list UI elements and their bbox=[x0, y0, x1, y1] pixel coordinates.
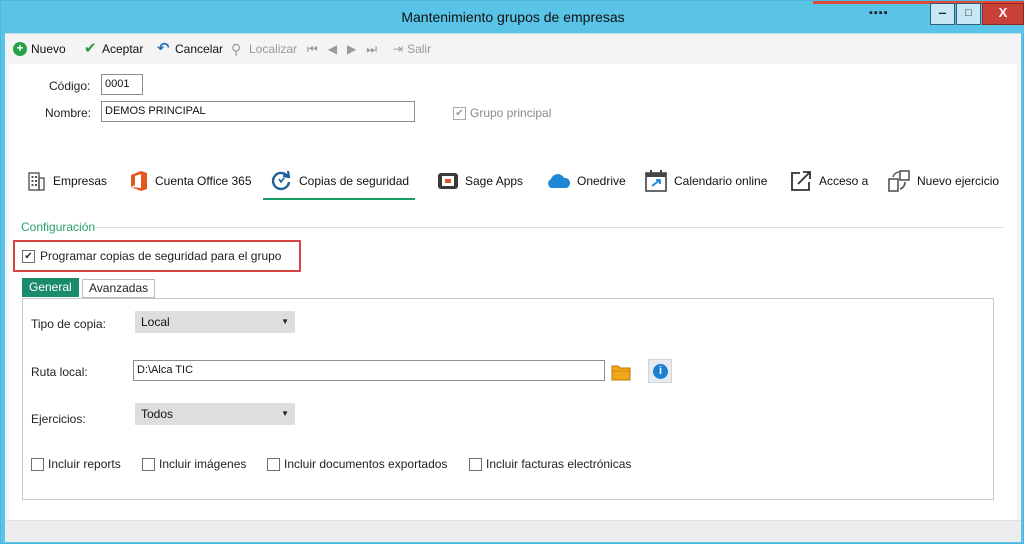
exit-icon: ⇥ bbox=[393, 42, 404, 56]
tipo-copia-label: Tipo de copia: bbox=[31, 317, 106, 331]
incluir-imagenes-label: Incluir imágenes bbox=[159, 457, 247, 471]
check-icon: ✔ bbox=[84, 40, 97, 57]
office-icon bbox=[131, 171, 147, 191]
nuevo-label: Nuevo bbox=[31, 42, 66, 56]
config-section-title: Configuración bbox=[21, 220, 96, 234]
tab-nuevo-ejercicio-label: Nuevo ejercicio bbox=[917, 174, 1000, 188]
tab-acceso-a-label: Acceso a bbox=[819, 174, 869, 188]
tab-calendario-label: Calendario online bbox=[674, 174, 768, 188]
tab-empresas-label: Empresas bbox=[53, 174, 108, 188]
aceptar-button[interactable]: ✔ Aceptar bbox=[84, 40, 143, 58]
search-icon: ⚲ bbox=[231, 41, 242, 57]
tab-sage-apps[interactable]: Sage Apps bbox=[437, 168, 523, 194]
incluir-facturas-checkbox[interactable] bbox=[469, 458, 482, 471]
tab-calendario-online[interactable]: Calendario online bbox=[644, 168, 767, 194]
calendar-icon bbox=[645, 170, 667, 192]
subtab-avanzadas[interactable]: Avanzadas bbox=[82, 279, 156, 298]
nuevo-button[interactable]: + Nuevo bbox=[13, 40, 66, 58]
previous-record-icon[interactable]: ◀ bbox=[328, 42, 337, 56]
incluir-facturas-label: Incluir facturas electrónicas bbox=[486, 457, 632, 471]
maximize-button[interactable]: □ bbox=[956, 3, 981, 25]
nombre-label: Nombre: bbox=[45, 106, 92, 120]
cancelar-button[interactable]: ↶ Cancelar bbox=[157, 40, 223, 58]
localizar-button[interactable]: ⚲ Localizar bbox=[231, 40, 297, 58]
client-area: + Nuevo ✔ Aceptar ↶ Cancelar ⚲ Localizar… bbox=[5, 33, 1021, 542]
incluir-documentos-checkbox[interactable] bbox=[267, 458, 280, 471]
external-link-icon bbox=[791, 171, 811, 191]
minimize-button[interactable]: ‒ bbox=[930, 3, 955, 25]
tab-copias-label: Copias de seguridad bbox=[299, 174, 410, 188]
sage-apps-icon bbox=[438, 173, 458, 189]
tab-onedrive-label: Onedrive bbox=[577, 174, 626, 188]
tab-onedrive[interactable]: Onedrive bbox=[545, 168, 626, 194]
add-circle-icon: + bbox=[13, 42, 27, 56]
title-bar[interactable]: Mantenimiento grupos de empresas ▪▪▪▪ ‒ … bbox=[1, 1, 1024, 33]
salir-button[interactable]: ⇥ Salir bbox=[393, 40, 431, 58]
programar-copias-label: Programar copias de seguridad para el gr… bbox=[40, 249, 282, 263]
section-tabs: Empresas Cuenta Office 365 Copias de seg… bbox=[9, 162, 1017, 204]
record-navigation: ⏮ ◀ ▶ ⏭ bbox=[307, 40, 377, 58]
title-dots: ▪▪▪▪ bbox=[869, 7, 889, 19]
incluir-reports-label: Incluir reports bbox=[48, 457, 121, 471]
tipo-copia-select[interactable]: Local ▼ bbox=[135, 311, 295, 333]
ejercicios-select[interactable]: Todos ▼ bbox=[135, 403, 295, 425]
tab-copias-seguridad[interactable]: Copias de seguridad bbox=[263, 164, 416, 200]
salir-label: Salir bbox=[407, 42, 432, 56]
nombre-field[interactable]: DEMOS PRINCIPAL bbox=[101, 101, 415, 122]
status-strip bbox=[5, 520, 1021, 542]
ejercicios-value: Todos bbox=[141, 407, 174, 421]
chevron-down-icon: ▼ bbox=[281, 409, 289, 418]
toolbar: + Nuevo ✔ Aceptar ↶ Cancelar ⚲ Localizar… bbox=[5, 34, 1021, 62]
ruta-local-label: Ruta local: bbox=[31, 365, 88, 379]
subtab-general[interactable]: General bbox=[22, 278, 79, 297]
ruta-local-field[interactable]: D:\Alca TIC bbox=[133, 360, 605, 381]
tab-empresas[interactable]: Empresas bbox=[25, 168, 107, 194]
undo-icon: ↶ bbox=[157, 40, 170, 57]
first-record-icon[interactable]: ⏮ bbox=[307, 42, 318, 57]
main-panel: Código: 0001 Nombre: DEMOS PRINCIPAL Gru… bbox=[9, 64, 1017, 538]
tipo-copia-value: Local bbox=[141, 315, 170, 329]
sync-icon bbox=[271, 170, 291, 191]
incluir-reports-checkbox[interactable] bbox=[31, 458, 44, 471]
building-icon bbox=[28, 172, 45, 191]
tab-office-365[interactable]: Cuenta Office 365 bbox=[129, 168, 252, 194]
info-button[interactable]: i bbox=[648, 359, 672, 383]
last-record-icon[interactable]: ⏭ bbox=[366, 42, 377, 57]
general-panel: Tipo de copia: Local ▼ Ruta local: D:\Al… bbox=[22, 298, 994, 500]
incluir-imagenes-checkbox[interactable] bbox=[142, 458, 155, 471]
ejercicios-label: Ejercicios: bbox=[31, 412, 86, 426]
tab-nuevo-ejercicio[interactable]: Nuevo ejercicio bbox=[887, 168, 999, 194]
next-record-icon[interactable]: ▶ bbox=[347, 42, 356, 56]
tab-office-365-label: Cuenta Office 365 bbox=[155, 174, 252, 188]
tab-acceso-a[interactable]: Acceso a bbox=[789, 168, 868, 194]
grupo-principal-checkbox[interactable] bbox=[453, 107, 466, 120]
codigo-field[interactable]: 0001 bbox=[101, 74, 143, 95]
incluir-documentos-label: Incluir documentos exportados bbox=[284, 457, 448, 471]
cancelar-label: Cancelar bbox=[175, 42, 224, 56]
chevron-down-icon: ▼ bbox=[281, 317, 289, 326]
cloud-icon bbox=[548, 174, 571, 188]
aceptar-label: Aceptar bbox=[102, 42, 144, 56]
grupo-principal-label: Grupo principal bbox=[470, 106, 552, 120]
folder-icon[interactable] bbox=[611, 363, 631, 381]
info-icon: i bbox=[653, 364, 668, 379]
tab-sage-apps-label: Sage Apps bbox=[465, 174, 524, 188]
codigo-label: Código: bbox=[49, 79, 91, 93]
app-window: Mantenimiento grupos de empresas ▪▪▪▪ ‒ … bbox=[0, 0, 1024, 544]
close-button[interactable]: X bbox=[982, 3, 1024, 25]
programar-copias-checkbox[interactable] bbox=[22, 250, 35, 263]
localizar-label: Localizar bbox=[249, 42, 298, 56]
new-exercise-icon bbox=[888, 170, 910, 192]
config-divider bbox=[95, 227, 1003, 228]
